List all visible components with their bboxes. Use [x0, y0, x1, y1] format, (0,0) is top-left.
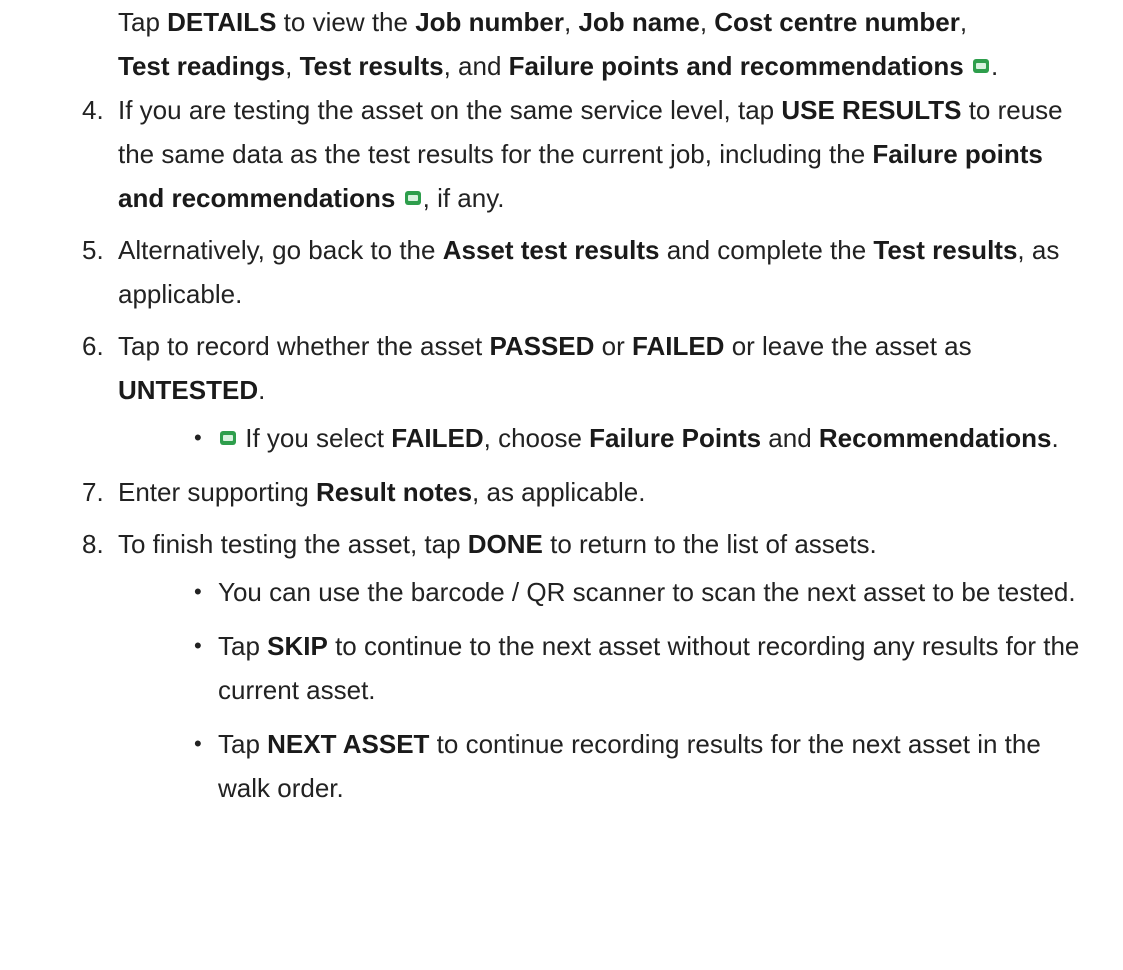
- step-text: and complete the: [659, 235, 874, 265]
- sub-item: • You can use the barcode / QR scanner t…: [194, 570, 1083, 614]
- skip-term: SKIP: [267, 631, 328, 661]
- step-text: To finish testing the asset, tap: [118, 529, 468, 559]
- sub-text: Tap: [218, 631, 268, 661]
- sub-item: • If you select FAILED, choose Failure P…: [194, 416, 1083, 460]
- bullet-icon: •: [194, 579, 202, 604]
- step-item: 8. To finish testing the asset, tap DONE…: [82, 522, 1083, 810]
- job-name-term: Job name: [578, 7, 700, 37]
- step-text: .: [258, 375, 266, 405]
- sub-item: • Tap SKIP to continue to the next asset…: [194, 624, 1083, 712]
- step-text: or: [594, 331, 633, 361]
- steps-list: 4. If you are testing the asset on the s…: [0, 88, 1123, 810]
- details-term: DETAILS: [167, 7, 277, 37]
- intro-paragraph: Tap DETAILS to view the Job number, Job …: [0, 0, 1123, 88]
- recommendations-term: Recommendations: [818, 423, 1052, 453]
- result-notes-term: Result notes: [316, 477, 473, 507]
- intro-text: , and: [443, 51, 509, 81]
- failure-points-term: Failure Points: [589, 423, 762, 453]
- intro-text: .: [990, 51, 999, 81]
- use-results-term: USE RESULTS: [781, 95, 962, 125]
- test-results-term: Test results: [873, 235, 1018, 265]
- test-readings-term: Test readings: [118, 51, 286, 81]
- step-item: 4. If you are testing the asset on the s…: [82, 88, 1083, 220]
- step-text: , if any.: [422, 183, 505, 213]
- mp-badge-icon: [404, 191, 421, 206]
- intro-text: to view the: [276, 7, 416, 37]
- bullet-icon: •: [194, 731, 202, 756]
- step-number: 4.: [82, 95, 104, 125]
- step-item: 5. Alternatively, go back to the Asset t…: [82, 228, 1083, 316]
- step-text: If you are testing the asset on the same…: [118, 95, 782, 125]
- untested-term: UNTESTED: [118, 375, 259, 405]
- step-text: Enter supporting: [118, 477, 317, 507]
- asset-test-results-term: Asset test results: [442, 235, 660, 265]
- intro-text: Tap: [118, 7, 168, 37]
- step-text: Alternatively, go back to the: [118, 235, 443, 265]
- step-item: 7. Enter supporting Result notes, as app…: [82, 470, 1083, 514]
- step-text: or leave the asset as: [724, 331, 972, 361]
- sub-text: If you select: [238, 423, 392, 453]
- step-text: to return to the list of assets.: [542, 529, 877, 559]
- failure-points-term: Failure points and recommendations: [508, 51, 964, 81]
- sub-text: You can use the barcode / QR scanner to …: [218, 577, 1076, 607]
- mp-badge-icon: [220, 431, 236, 446]
- test-results-term: Test results: [299, 51, 444, 81]
- sub-text: Tap: [218, 729, 268, 759]
- step-text: Tap to record whether the asset: [118, 331, 490, 361]
- mp-badge-icon: [972, 59, 989, 74]
- sub-text: , choose: [483, 423, 590, 453]
- bullet-icon: •: [194, 425, 202, 450]
- passed-term: PASSED: [489, 331, 595, 361]
- intro-text: ,: [699, 7, 715, 37]
- step-number: 8.: [82, 529, 104, 559]
- sub-list: • If you select FAILED, choose Failure P…: [118, 416, 1083, 460]
- sub-text: .: [1051, 423, 1059, 453]
- failed-term: FAILED: [632, 331, 725, 361]
- cost-centre-term: Cost centre number: [714, 7, 960, 37]
- step-text: , as applicable.: [472, 477, 646, 507]
- bullet-icon: •: [194, 633, 202, 658]
- step-number: 7.: [82, 477, 104, 507]
- sub-text: and: [761, 423, 819, 453]
- failed-term: FAILED: [391, 423, 484, 453]
- step-number: 6.: [82, 331, 104, 361]
- sub-item: • Tap NEXT ASSET to continue recording r…: [194, 722, 1083, 810]
- intro-text: ,: [959, 7, 968, 37]
- next-asset-term: NEXT ASSET: [267, 729, 430, 759]
- done-term: DONE: [467, 529, 543, 559]
- sub-text: to continue to the next asset without re…: [218, 631, 1080, 705]
- intro-text: ,: [563, 7, 579, 37]
- step-number: 5.: [82, 235, 104, 265]
- job-number-term: Job number: [415, 7, 564, 37]
- document-body: Tap DETAILS to view the Job number, Job …: [0, 0, 1123, 820]
- intro-text: ,: [285, 51, 300, 81]
- sub-list: • You can use the barcode / QR scanner t…: [118, 570, 1083, 810]
- step-item: 6. Tap to record whether the asset PASSE…: [82, 324, 1083, 460]
